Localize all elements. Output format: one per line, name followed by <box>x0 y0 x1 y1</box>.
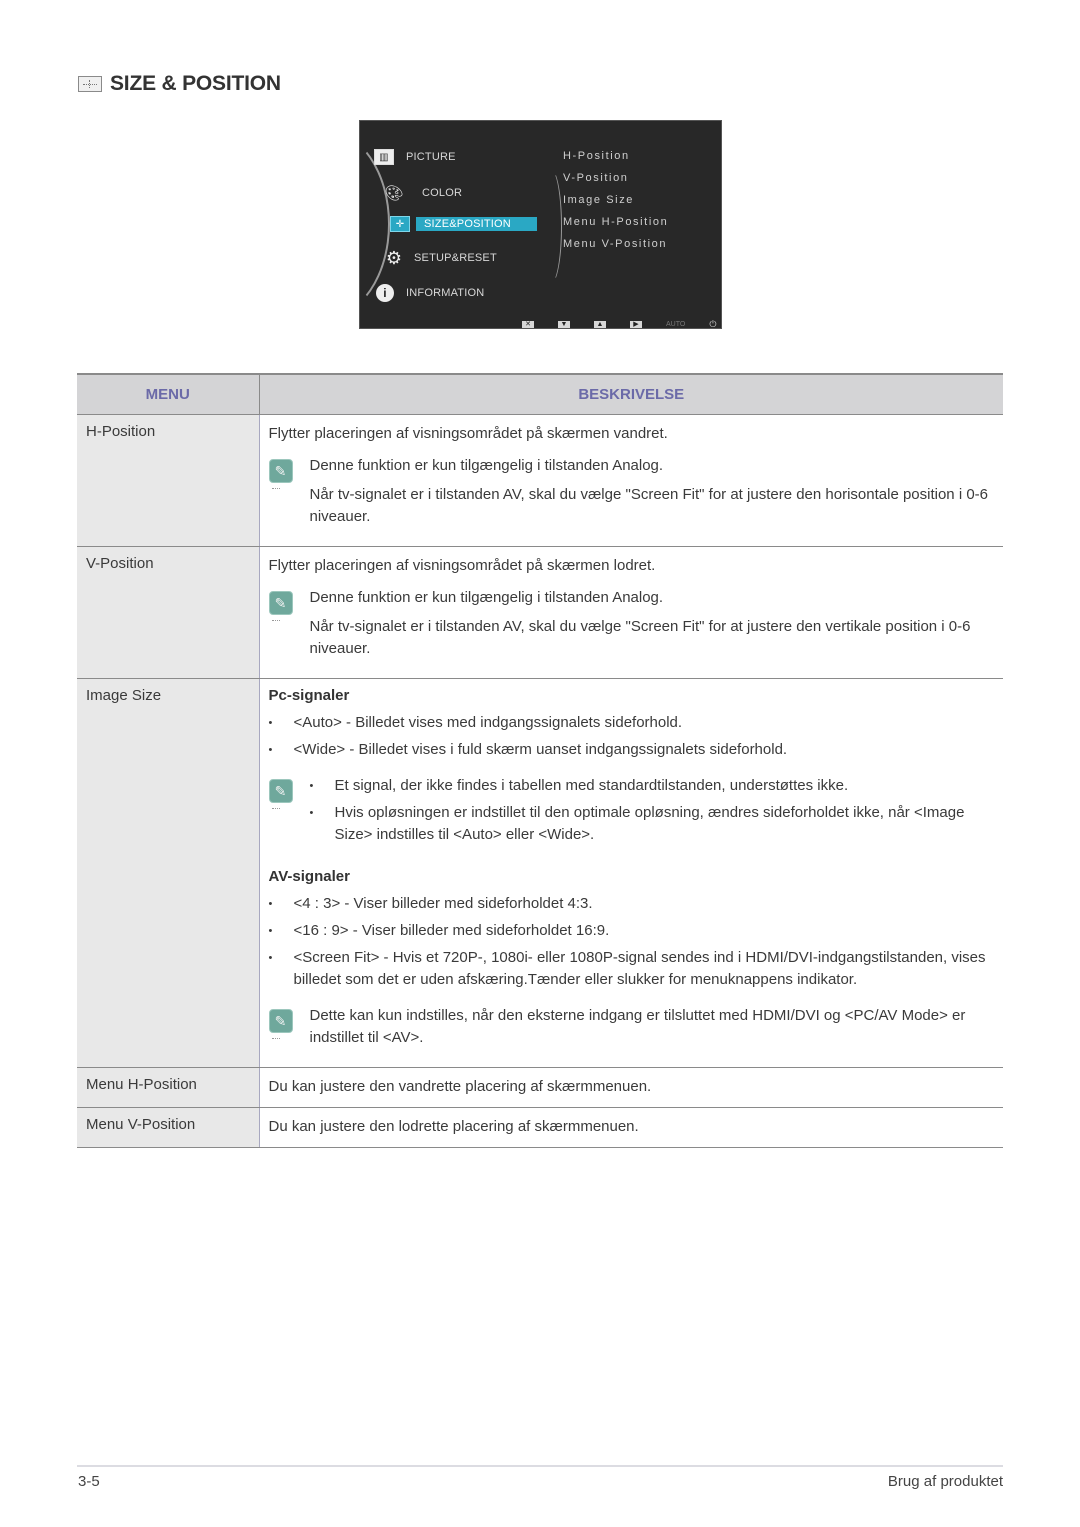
page-title: SIZE & POSITION <box>78 72 281 96</box>
description-text: Du kan justere den lodrette placering af… <box>268 1117 639 1135</box>
note-text: Denne funktion er kun tilgængelig i tils… <box>309 588 664 606</box>
section-name: Brug af produktet <box>887 1473 1003 1490</box>
osd-menu-setup-reset: ⚙ SETUP&RESET <box>385 247 497 268</box>
list-item: <4 : 3> - Viser billeder med sideforhold… <box>269 893 995 915</box>
description-cell: Flytter placeringen af visningsområdet p… <box>259 414 1003 547</box>
table-row-menu-v-position: Menu V-Position Du kan justere den lodre… <box>77 1107 1003 1148</box>
osd-submenu-item: Menu V-Position <box>563 238 668 250</box>
description-text: Flytter placeringen af visningsområdet p… <box>268 424 668 442</box>
footer-divider <box>77 1465 1003 1467</box>
note-pencil-icon: ✎ <box>268 590 293 621</box>
page-number: 3-5 <box>78 1473 100 1490</box>
table-row-menu-h-position: Menu H-Position Du kan justere den vandr… <box>77 1067 1003 1108</box>
note-text: Når tv-signalet er i tilstanden AV, skal… <box>309 617 971 657</box>
power-icon: ⏻ <box>709 319 717 329</box>
table-row-h-position: H-Position Flytter placeringen af visnin… <box>77 414 1003 547</box>
header-menu: MENU <box>77 373 260 415</box>
size-position-icon <box>78 76 102 92</box>
page-title-text: SIZE & POSITION <box>110 72 281 95</box>
description-cell: Flytter placeringen af visningsområdet p… <box>259 546 1003 679</box>
close-icon: ✕ <box>522 320 534 328</box>
palette-icon: 🎨︎ <box>384 185 404 202</box>
osd-button-bar: ✕ ▼ ▲ ▶ AUTO ⏻ <box>522 319 717 329</box>
osd-screenshot: ▥ PICTURE 🎨︎ COLOR ✛ SIZE&POSITION ⚙ SET… <box>359 120 722 329</box>
table-row-image-size: Image Size Pc-signaler <Auto> - Billedet… <box>77 678 1003 1068</box>
table-row-v-position: V-Position Flytter placeringen af visnin… <box>77 546 1003 679</box>
menu-description-table: MENU BESKRIVELSE H-Position Flytter plac… <box>77 373 1003 1148</box>
menu-cell: H-Position <box>77 414 260 547</box>
info-icon: i <box>376 284 394 302</box>
osd-submenu-item: Menu H-Position <box>563 216 669 228</box>
av-signals-heading: AV-signaler <box>268 867 350 885</box>
up-arrow-icon: ▲ <box>594 320 606 328</box>
osd-submenu-item: V-Position <box>563 172 629 184</box>
pc-signals-heading: Pc-signaler <box>268 686 350 704</box>
description-text: Flytter placeringen af visningsområdet p… <box>268 556 656 574</box>
osd-submenu-item: H-Position <box>563 150 630 162</box>
list-item: <Screen Fit> - Hvis et 720P-, 1080i- ell… <box>269 947 995 991</box>
menu-cell: Image Size <box>77 678 260 1068</box>
menu-cell: V-Position <box>77 546 260 679</box>
description-text: Du kan justere den vandrette placering a… <box>268 1077 652 1095</box>
enter-arrow-icon: ▶ <box>630 320 642 328</box>
description-cell: Du kan justere den vandrette placering a… <box>259 1067 1003 1108</box>
picture-icon: ▥ <box>374 149 394 165</box>
note-text: Når tv-signalet er i tilstanden AV, skal… <box>309 485 989 525</box>
note-block: ✎ Denne funktion er kun tilgængelig i ti… <box>268 455 995 528</box>
size-position-icon: ✛ <box>390 216 410 232</box>
description-cell: Pc-signaler <Auto> - Billedet vises med … <box>259 678 1003 1068</box>
note-block: ✎ Dette kan kun indstilles, når den ekst… <box>268 1005 995 1049</box>
table-header-row: MENU BESKRIVELSE <box>77 373 1003 415</box>
down-arrow-icon: ▼ <box>558 320 570 328</box>
osd-submenu-arc <box>540 169 562 284</box>
av-signals-list: <4 : 3> - Viser billeder med sideforhold… <box>269 893 995 991</box>
note-block: ✎ Et signal, der ikke findes i tabellen … <box>268 775 995 846</box>
pc-notes-list: Et signal, der ikke findes i tabellen me… <box>310 775 995 846</box>
menu-cell: Menu H-Position <box>77 1067 260 1108</box>
osd-menu-size-position: ✛ SIZE&POSITION <box>390 216 537 232</box>
note-text: Dette kan kun indstilles, når den ekster… <box>309 1006 966 1046</box>
list-item: Hvis opløsningen er indstillet til den o… <box>310 802 995 846</box>
list-item: Et signal, der ikke findes i tabellen me… <box>310 775 995 797</box>
pc-signals-list: <Auto> - Billedet vises med indgangssign… <box>269 712 995 761</box>
header-description: BESKRIVELSE <box>259 373 1003 415</box>
description-cell: Du kan justere den lodrette placering af… <box>259 1107 1003 1148</box>
note-pencil-icon: ✎ <box>268 1008 293 1039</box>
list-item: <16 : 9> - Viser billeder med sideforhol… <box>269 920 995 942</box>
note-pencil-icon: ✎ <box>268 778 293 809</box>
osd-submenu-item: Image Size <box>563 194 635 206</box>
gear-icon: ⚙ <box>385 247 403 268</box>
list-item: <Auto> - Billedet vises med indgangssign… <box>269 712 995 734</box>
note-text: Denne funktion er kun tilgængelig i tils… <box>309 456 664 474</box>
note-pencil-icon: ✎ <box>268 458 293 489</box>
osd-menu-information: i INFORMATION <box>376 284 484 302</box>
osd-menu-picture: ▥ PICTURE <box>374 149 456 165</box>
list-item: <Wide> - Billedet vises i fuld skærm uan… <box>269 739 995 761</box>
menu-cell: Menu V-Position <box>77 1107 260 1148</box>
osd-menu-color: 🎨︎ COLOR <box>384 185 463 202</box>
note-block: ✎ Denne funktion er kun tilgængelig i ti… <box>268 587 995 660</box>
auto-label: AUTO <box>666 321 686 328</box>
